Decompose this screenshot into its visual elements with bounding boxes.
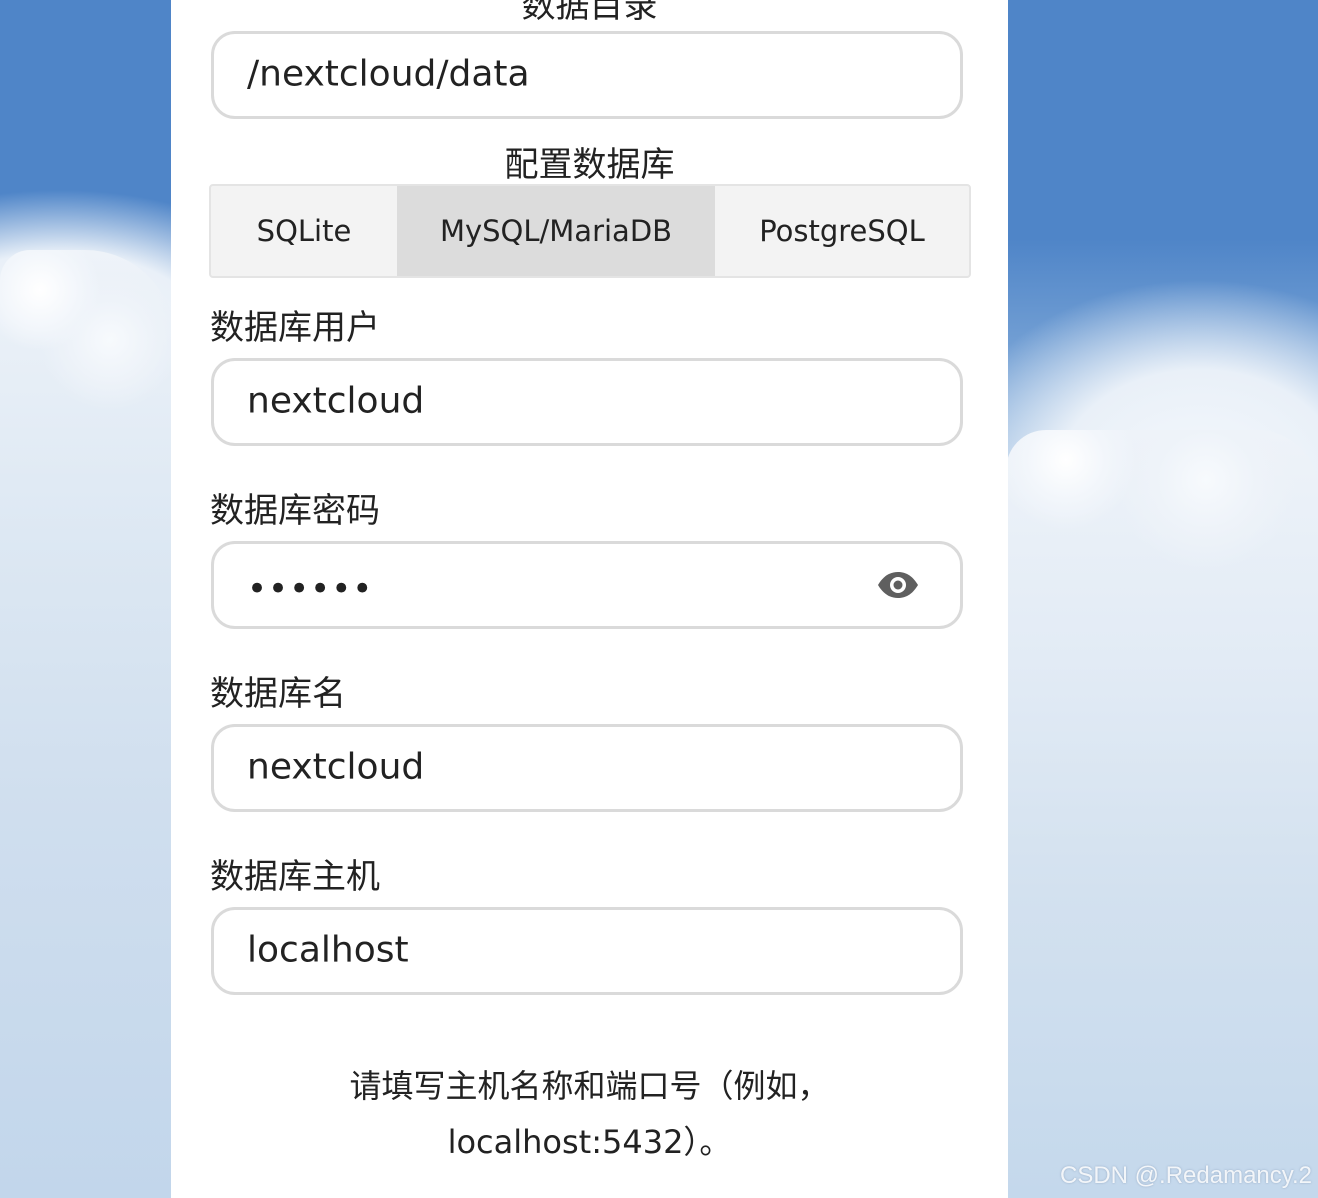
- db-password-input[interactable]: ••••••: [211, 541, 963, 629]
- db-password-value: ••••••: [247, 569, 374, 609]
- db-host-input[interactable]: localhost: [211, 907, 963, 995]
- database-type-tabs: SQLite MySQL/MariaDB PostgreSQL: [209, 184, 971, 278]
- db-user-input[interactable]: nextcloud: [211, 358, 963, 446]
- tab-mysql-mariadb[interactable]: MySQL/MariaDB: [397, 186, 715, 276]
- db-host-value: localhost: [247, 929, 409, 971]
- db-name-input[interactable]: nextcloud: [211, 724, 963, 812]
- db-host-label: 数据库主机: [210, 857, 380, 897]
- db-name-label: 数据库名: [210, 674, 346, 714]
- db-user-value: nextcloud: [247, 380, 425, 422]
- database-heading: 配置数据库: [504, 145, 675, 185]
- data-folder-input[interactable]: /nextcloud/data: [211, 31, 963, 119]
- db-password-label: 数据库密码: [210, 491, 380, 531]
- tab-sqlite[interactable]: SQLite: [211, 186, 397, 276]
- cloud-left: [0, 250, 175, 1198]
- tab-postgresql[interactable]: PostgreSQL: [715, 186, 969, 276]
- db-user-label: 数据库用户: [210, 308, 380, 348]
- data-folder-value: /nextcloud/data: [247, 53, 530, 95]
- db-host-hint: 请填写主机名称和端口号（例如， localhost:5432）。: [171, 1058, 1008, 1170]
- db-host-hint-line1: 请填写主机名称和端口号（例如，: [349, 1067, 830, 1105]
- watermark-text: CSDN @.Redamancy.2: [1060, 1162, 1312, 1189]
- db-name-value: nextcloud: [247, 746, 425, 788]
- data-folder-heading: 数据目录: [521, 0, 658, 26]
- db-host-hint-line2: localhost:5432）。: [447, 1123, 732, 1161]
- setup-form-panel: 数据目录 /nextcloud/data 配置数据库 SQLite MySQL/…: [171, 0, 1008, 1198]
- eye-icon[interactable]: [876, 570, 920, 600]
- cloud-right: [1006, 430, 1318, 1198]
